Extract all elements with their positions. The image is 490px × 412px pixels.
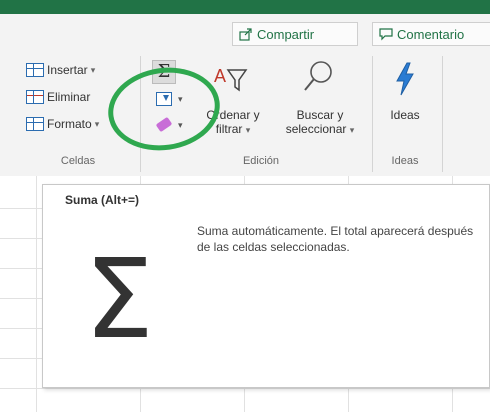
tooltip-description: Suma automáticamente. El total aparecerá… (197, 224, 474, 254)
chevron-down-icon: ▾ (349, 125, 355, 135)
chevron-down-icon: ▾ (90, 64, 96, 75)
share-button[interactable]: Compartir (232, 22, 358, 46)
group-divider (442, 56, 443, 172)
edit-group-label: Edición (242, 155, 280, 167)
cells-group-label: Celdas (60, 155, 96, 167)
insert-cells-icon (26, 63, 44, 77)
share-icon (239, 28, 252, 41)
ideas-group-label: Ideas (391, 155, 419, 167)
autosum-tooltip: Suma (Alt+=) Suma automáticamente. El to… (42, 184, 490, 388)
insert-cells-button[interactable]: Insertar ▾ (26, 60, 95, 80)
delete-cells-button[interactable]: Eliminar (26, 87, 90, 107)
ribbon: Insertar ▾ Eliminar Formato ▾ Celdas Σ ▾… (0, 48, 490, 176)
chevron-down-icon: ▾ (245, 125, 251, 135)
tooltip-title: Suma (Alt+=) (65, 193, 140, 207)
magnifier-icon (304, 61, 332, 91)
format-cells-button[interactable]: Formato ▾ (26, 114, 99, 134)
title-bar (0, 0, 490, 14)
sort-filter-icon: A (214, 66, 248, 92)
format-cells-icon (26, 117, 44, 131)
delete-label: Eliminar (47, 90, 91, 104)
group-divider (372, 56, 373, 172)
sort-filter-label-2: filtrar (215, 122, 243, 136)
find-select-label-1: Buscar y (296, 108, 344, 122)
comments-button[interactable]: Comentario (372, 22, 490, 46)
find-select-label-2: seleccionar (285, 122, 347, 136)
comments-label: Comentario (397, 26, 465, 42)
highlight-circle (102, 60, 226, 158)
comment-icon (379, 28, 393, 41)
share-label: Compartir (257, 26, 315, 42)
chevron-down-icon: ▾ (94, 118, 100, 129)
grid-line (36, 176, 37, 412)
format-label: Formato (47, 117, 92, 131)
lightning-icon (396, 62, 414, 96)
delete-cells-icon (26, 90, 44, 104)
grid-line (0, 388, 490, 389)
ideas-label: Ideas (390, 108, 420, 122)
svg-text:A: A (214, 66, 226, 86)
insert-label: Insertar (47, 63, 88, 77)
ribbon-top-row: Compartir Comentario (0, 18, 490, 48)
sigma-icon: Σ (84, 235, 154, 363)
